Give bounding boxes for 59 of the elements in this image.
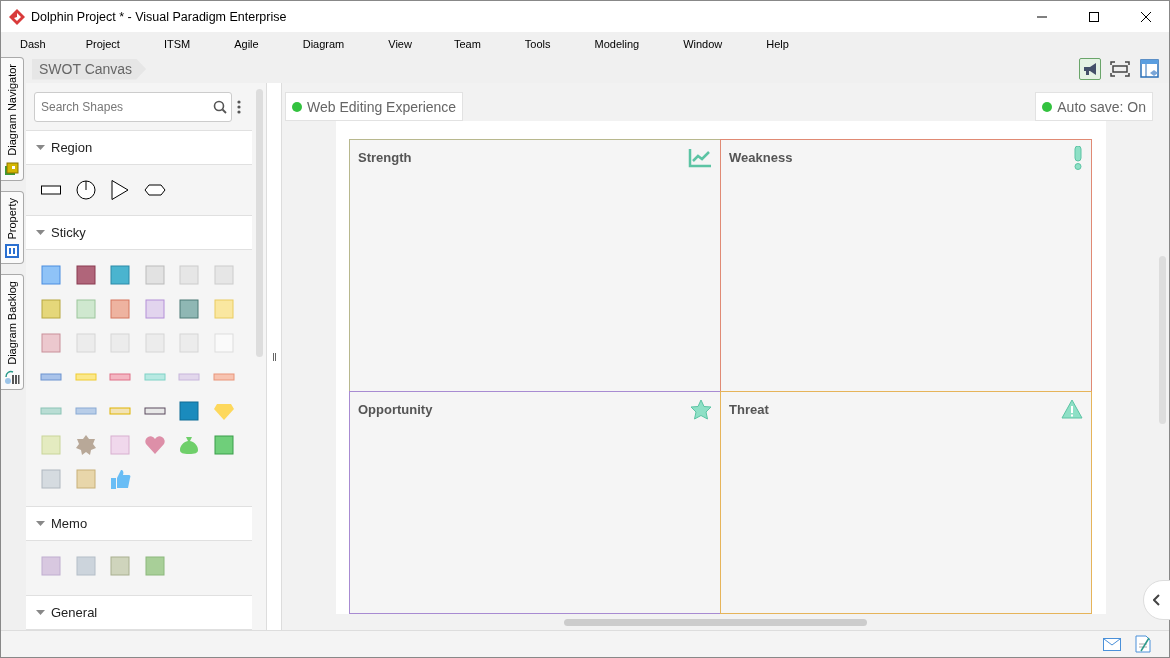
palette-section-header[interactable]: Region [26,130,252,165]
note-icon[interactable] [1135,635,1151,653]
menu-item[interactable]: Help [755,37,800,50]
menu-item[interactable]: Tools [513,37,562,50]
menu-item[interactable]: Dash [9,37,57,50]
quadrant-title: Opportunity [358,402,433,417]
chevron-left-icon [1153,594,1161,606]
menu-item[interactable]: Modeling [583,37,651,50]
exclamation-icon [1073,146,1083,170]
splitter[interactable] [266,83,282,630]
folder-stack-icon [4,159,20,176]
quadrant-title: Threat [729,402,769,417]
sticky-note-icon[interactable] [212,434,235,456]
scrollbar-thumb[interactable] [564,619,867,626]
menu-item[interactable]: Diagram [291,37,356,50]
search-field[interactable]: Search Shapes [34,91,232,122]
side-tab[interactable]: Diagram Backlog [1,274,24,391]
collapse-button[interactable] [1143,580,1170,620]
growth-chart-icon [688,148,712,168]
quadrant-title: Strength [358,150,412,165]
more-options-icon[interactable] [236,98,242,115]
sticky-note-icon[interactable] [109,264,132,286]
menu-item[interactable]: ITSM [152,37,202,50]
property-sheet-icon [4,243,20,260]
palette-section-header[interactable]: Sticky [26,215,252,250]
quadrant-title: Weakness [729,150,793,165]
fit-width-icon[interactable] [1109,58,1131,80]
side-tab[interactable]: Property [1,190,24,265]
close-icon [1141,11,1151,22]
breadcrumb[interactable]: SWOT Canvas [32,58,147,80]
search-icon [213,99,227,114]
sticky-note-icon[interactable] [143,434,166,456]
menu-item[interactable]: Window [672,37,734,50]
sticky-note-icon[interactable] [178,400,201,422]
palette-section-header[interactable]: Memo [26,506,252,541]
side-tab[interactable]: Diagram Navigator [1,57,24,181]
sticky-note-icon[interactable] [178,298,201,320]
menu-item[interactable]: Agile [223,37,270,50]
menu-item[interactable]: Project [74,37,131,50]
sticky-note-icon[interactable] [74,264,97,286]
sticky-note-icon[interactable] [74,434,97,456]
mail-icon[interactable] [1103,637,1121,651]
sticky-note-icon[interactable] [109,298,132,320]
window-title: Dolphin Project * - Visual Paradigm Enterprise [31,9,288,24]
star-icon [690,399,712,420]
circle-shape-icon[interactable] [74,179,97,201]
app-logo-icon [9,8,25,25]
menu-item[interactable]: View [377,37,423,50]
status-button[interactable]: Auto save: On [1035,92,1153,121]
sticky-note-icon[interactable] [40,264,63,286]
menu-item[interactable]: Team [442,37,492,50]
palette-section-header[interactable]: General [26,595,252,630]
layout-panel-icon[interactable] [1139,58,1161,80]
maximize-icon [1089,11,1099,22]
status-button[interactable]: Web Editing Experience [285,92,464,121]
scrollbar-thumb[interactable] [255,89,263,357]
backlog-icon [4,369,20,386]
warning-icon [1061,399,1083,419]
megaphone-icon[interactable] [1079,58,1101,80]
